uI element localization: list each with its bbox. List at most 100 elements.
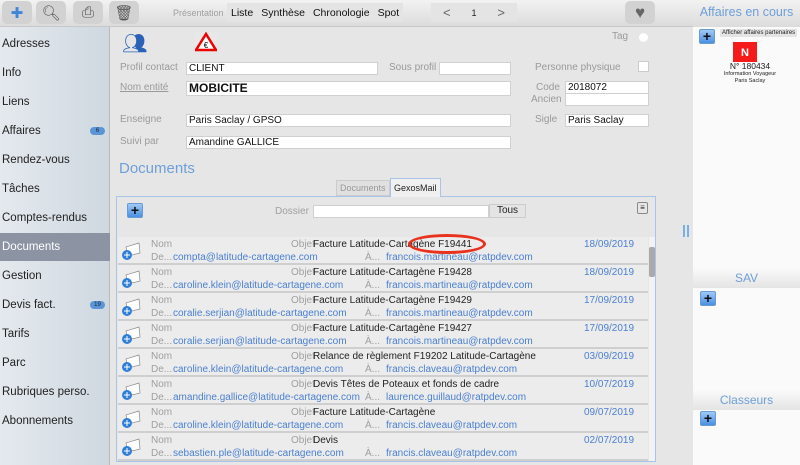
new-contact-button[interactable]: ✚ (2, 1, 32, 24)
mail-to[interactable]: francis.claveau@ratpdev.com (386, 448, 517, 459)
mail-from[interactable]: compta@latitude-cartagene.com (173, 252, 318, 263)
affaire-folder-icon[interactable]: N (733, 42, 757, 62)
view-synthese[interactable]: Synthèse (257, 7, 309, 19)
view-spot[interactable]: Spot (374, 7, 404, 19)
nom-label: Nom (151, 267, 172, 278)
sidebar-item-liens[interactable]: Liens (0, 88, 110, 116)
tag-toggle[interactable] (639, 33, 648, 42)
favorite-button[interactable]: ♥ (625, 1, 655, 24)
mail-to[interactable]: francois.martineau@ratpdev.com (386, 308, 533, 319)
mail-from[interactable]: caroline.klein@latitude-cartagene.com (173, 280, 343, 291)
mail-to[interactable]: francois.martineau@ratpdev.com (386, 280, 533, 291)
sidebar-item-affaires[interactable]: Affaires6 (0, 117, 110, 145)
page-number: 1 (467, 8, 480, 18)
scrollbar-thumb[interactable] (649, 247, 655, 277)
mail-to[interactable]: laurence.guillaud@ratpdev.com (386, 392, 526, 403)
sidebar-item-info[interactable]: Info (0, 59, 110, 87)
tous-button[interactable]: Tous (489, 204, 526, 218)
mail-date: 10/07/2019 (584, 379, 634, 390)
prev-page-button[interactable]: < (439, 5, 455, 20)
sigle-field[interactable]: Paris Saclay (565, 114, 649, 127)
mail-row[interactable]: Nom Objet Facture Latitude-Cartagène F19… (118, 321, 648, 349)
pager: < 1 > (431, 3, 517, 22)
affaire-card[interactable]: N° 180434 Information Voyageur Paris Sac… (700, 62, 800, 85)
sidebar-item-rubriques-perso-[interactable]: Rubriques perso. (0, 378, 110, 406)
sidebar-item-adresses[interactable]: Adresses (0, 30, 110, 58)
view-chronologie[interactable]: Chronologie (309, 7, 374, 19)
mail-row[interactable]: Nom Objet Facture Latitude-Cartagène F19… (118, 265, 648, 293)
sidebar-item-comptes-rendus[interactable]: Comptes-rendus (0, 204, 110, 232)
mail-from[interactable]: coralie.serjian@latitude-cartagene.com (173, 308, 347, 319)
nom-entite-field[interactable]: MOBICITE (186, 81, 511, 96)
mail-row[interactable]: Nom Objet Relance de règlement F19202 La… (118, 349, 648, 377)
add-classeur-button[interactable]: + (700, 411, 716, 426)
delete-button[interactable]: 🗑︎ (109, 1, 139, 24)
mail-from[interactable]: sebastien.ple@latitude-cartagene.com (173, 448, 344, 459)
profil-contact-field[interactable]: CLIENT (186, 62, 378, 75)
add-mail-button[interactable]: + (127, 203, 143, 218)
mail-from[interactable]: amandine.gallice@latitude-cartagene.com (173, 392, 360, 403)
count-badge: 19 (90, 301, 105, 309)
suivi-par-field[interactable]: Amandine GALLICE (186, 136, 511, 149)
toolbar: ✚ 🔍︎ ⎙ 🗑︎ Présentation Liste Synthèse Ch… (0, 0, 693, 27)
mail-from[interactable]: caroline.klein@latitude-cartagene.com (173, 420, 343, 431)
scrollbar[interactable] (649, 237, 655, 461)
mail-to[interactable]: francois.martineau@ratpdev.com (386, 252, 533, 263)
nom-label: Nom (151, 239, 172, 250)
affaire-line2: Paris Saclay (700, 78, 800, 85)
ancien-field[interactable] (565, 93, 649, 106)
mail-row[interactable]: Nom Objet Facture Latitude-Cartagène 09/… (118, 405, 648, 433)
add-affaire-button[interactable]: + (699, 29, 715, 44)
tag-label: Tag (612, 31, 628, 42)
de-label: De... (151, 392, 172, 403)
sous-profil-field[interactable] (439, 62, 511, 75)
next-page-button[interactable]: > (493, 5, 509, 20)
affaire-line1: Information Voyageur (700, 71, 800, 78)
add-sav-button[interactable]: + (700, 291, 716, 306)
mail-row[interactable]: Nom Objet Devis 02/07/2019 De... sebasti… (118, 433, 648, 461)
de-label: De... (151, 280, 172, 291)
tab-documents[interactable]: Documents (336, 180, 390, 196)
sidebar-item-abonnements[interactable]: Abonnements (0, 407, 110, 435)
personne-physique-checkbox[interactable] (638, 61, 649, 72)
a-label: À... (365, 252, 380, 263)
svg-text:€: € (204, 41, 209, 50)
a-label: À... (365, 280, 380, 291)
tab-gexosmail[interactable]: GexosMail (390, 178, 441, 197)
mail-date: 03/09/2019 (584, 351, 634, 362)
sidebar-item-tâches[interactable]: Tâches (0, 175, 110, 203)
mail-from[interactable]: caroline.klein@latitude-cartagene.com (173, 364, 343, 375)
sidebar-item-devis-fact-[interactable]: Devis fact. 19 (0, 291, 110, 319)
sidebar-item-documents[interactable]: Documents (0, 233, 110, 261)
mail-subject: Devis Têtes de Poteaux et fonds de cadre (313, 379, 499, 390)
mail-to[interactable]: francois.martineau@ratpdev.com (386, 336, 533, 347)
splitter-handle[interactable] (683, 225, 689, 237)
objet-label: Objet (291, 435, 315, 446)
mail-to[interactable]: francis.claveau@ratpdev.com (386, 364, 517, 375)
nom-entite-link[interactable]: Nom entité (120, 82, 168, 93)
sidebar-item-rendez-vous[interactable]: Rendez-vous (0, 146, 110, 174)
red-circle-annotation (408, 234, 486, 254)
mail-row[interactable]: Nom Objet Facture Latitude-Cartagène F19… (118, 293, 648, 321)
search-button[interactable]: 🔍︎ (36, 1, 66, 24)
list-menu-button[interactable]: ≡ (637, 202, 648, 214)
mail-row[interactable]: Nom Objet Devis Têtes de Poteaux et fond… (118, 377, 648, 405)
sidebar-item-tarifs[interactable]: Tarifs (0, 320, 110, 348)
mail-to[interactable]: francis.claveau@ratpdev.com (386, 420, 517, 431)
presentation-label: Présentation (173, 8, 224, 18)
mail-row[interactable]: Nom Objet Facture Latitude-Cartagène F19… (118, 237, 648, 265)
mail-envelope-icon (121, 297, 141, 317)
mail-subject: Devis (313, 435, 338, 446)
sidebar-item-label: Devis fact. (2, 299, 56, 311)
afficher-affaires-partenaires-button[interactable]: Afficher affaires partenaires (720, 29, 797, 37)
view-liste[interactable]: Liste (227, 7, 257, 19)
mail-from[interactable]: coralie.serjian@latitude-cartagene.com (173, 336, 347, 347)
code-label: Code (536, 82, 560, 93)
sidebar-item-parc[interactable]: Parc (0, 349, 110, 377)
dossier-field[interactable] (313, 205, 489, 218)
enseigne-field[interactable]: Paris Saclay / GPSO (186, 114, 511, 127)
sidebar-item-gestion[interactable]: Gestion (0, 262, 110, 290)
ancien-label: Ancien (531, 94, 562, 105)
mail-subject: Facture Latitude-Cartagène F19428 (313, 267, 472, 278)
print-button[interactable]: ⎙ (73, 1, 103, 24)
